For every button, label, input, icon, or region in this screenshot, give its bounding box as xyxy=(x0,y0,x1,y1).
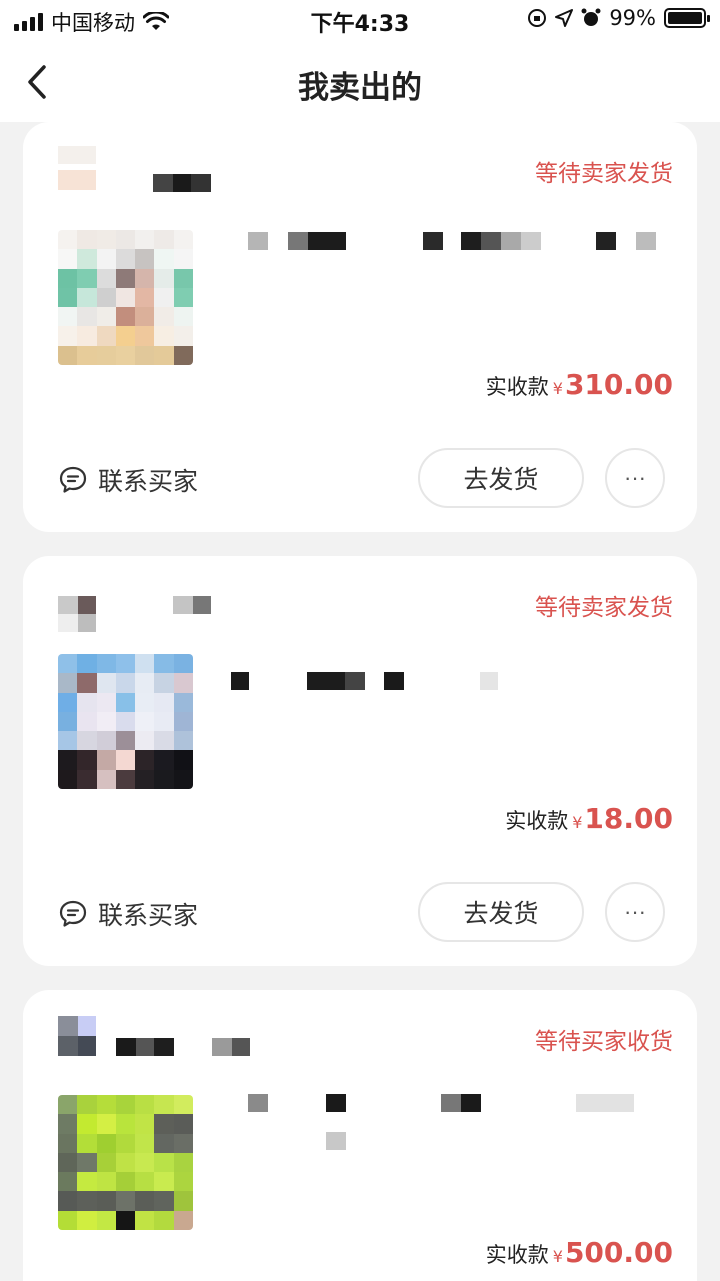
battery-percent: 99% xyxy=(609,6,656,30)
rotation-lock-icon xyxy=(528,9,547,27)
status-right: 99% xyxy=(527,6,710,30)
contact-buyer-button[interactable]: 联系买家 xyxy=(58,896,198,932)
product-title xyxy=(248,1094,668,1112)
price-label: 实收款 xyxy=(505,809,569,833)
buyer-avatar-lower xyxy=(58,170,96,190)
contact-buyer-button[interactable]: 联系买家 xyxy=(58,462,198,498)
price-row: 实收款 ¥ 310.00 xyxy=(486,368,673,401)
currency-symbol: ¥ xyxy=(552,379,563,398)
buyer-avatar xyxy=(58,1016,96,1036)
buyer-avatar-lower xyxy=(58,1036,96,1056)
product-title xyxy=(231,672,531,690)
order-card[interactable]: 等待卖家发货 实收款 ¥ 310.00 联系买家 去发货 ··· xyxy=(23,122,697,532)
contact-buyer-label: 联系买家 xyxy=(98,901,199,930)
battery-icon xyxy=(664,8,710,28)
status-bar: 中国移动 下午4:33 99% xyxy=(0,0,720,40)
price-amount: 310.00 xyxy=(564,368,673,401)
more-options-button[interactable]: ··· xyxy=(605,448,665,508)
ship-button[interactable]: 去发货 xyxy=(418,882,584,942)
product-thumbnail[interactable] xyxy=(58,654,193,789)
order-status: 等待买家收货 xyxy=(535,1029,673,1055)
price-amount: 18.00 xyxy=(584,802,673,835)
currency-symbol: ¥ xyxy=(552,1247,563,1266)
buyer-avatar xyxy=(58,596,96,614)
contact-buyer-label: 联系买家 xyxy=(98,467,199,496)
product-thumbnail[interactable] xyxy=(58,1095,193,1230)
price-label: 实收款 xyxy=(485,375,549,399)
order-card[interactable]: 等待买家收货 实收款 ¥ 500.00 xyxy=(23,990,697,1281)
order-card[interactable]: 等待卖家发货 实收款 ¥ 18.00 联系买家 去发货 ··· xyxy=(23,556,697,966)
ship-button[interactable]: 去发货 xyxy=(418,448,584,508)
currency-symbol: ¥ xyxy=(572,813,583,832)
buyer-avatar xyxy=(58,146,96,164)
buyer-name xyxy=(173,596,211,614)
price-row: 实收款 ¥ 18.00 xyxy=(505,802,673,835)
location-icon xyxy=(555,9,574,27)
price-row: 实收款 ¥ 500.00 xyxy=(486,1236,673,1269)
ellipsis-icon: ··· xyxy=(624,899,646,924)
page-title: 我卖出的 xyxy=(298,70,422,106)
chat-icon xyxy=(59,900,87,927)
price-amount: 500.00 xyxy=(564,1236,673,1269)
product-thumbnail[interactable] xyxy=(58,230,193,365)
nav-bar: 我卖出的 xyxy=(0,40,720,122)
buyer-name xyxy=(116,1038,250,1056)
price-label: 实收款 xyxy=(485,1243,549,1267)
buyer-avatar-lower xyxy=(58,614,96,632)
more-options-button[interactable]: ··· xyxy=(605,882,665,942)
ellipsis-icon: ··· xyxy=(624,465,646,490)
product-title-line2 xyxy=(326,1132,346,1150)
alarm-icon xyxy=(581,8,601,26)
product-title xyxy=(248,232,658,250)
order-status: 等待卖家发货 xyxy=(535,595,673,621)
order-status: 等待卖家发货 xyxy=(535,161,673,187)
chat-icon xyxy=(59,466,87,493)
buyer-name xyxy=(153,174,211,192)
